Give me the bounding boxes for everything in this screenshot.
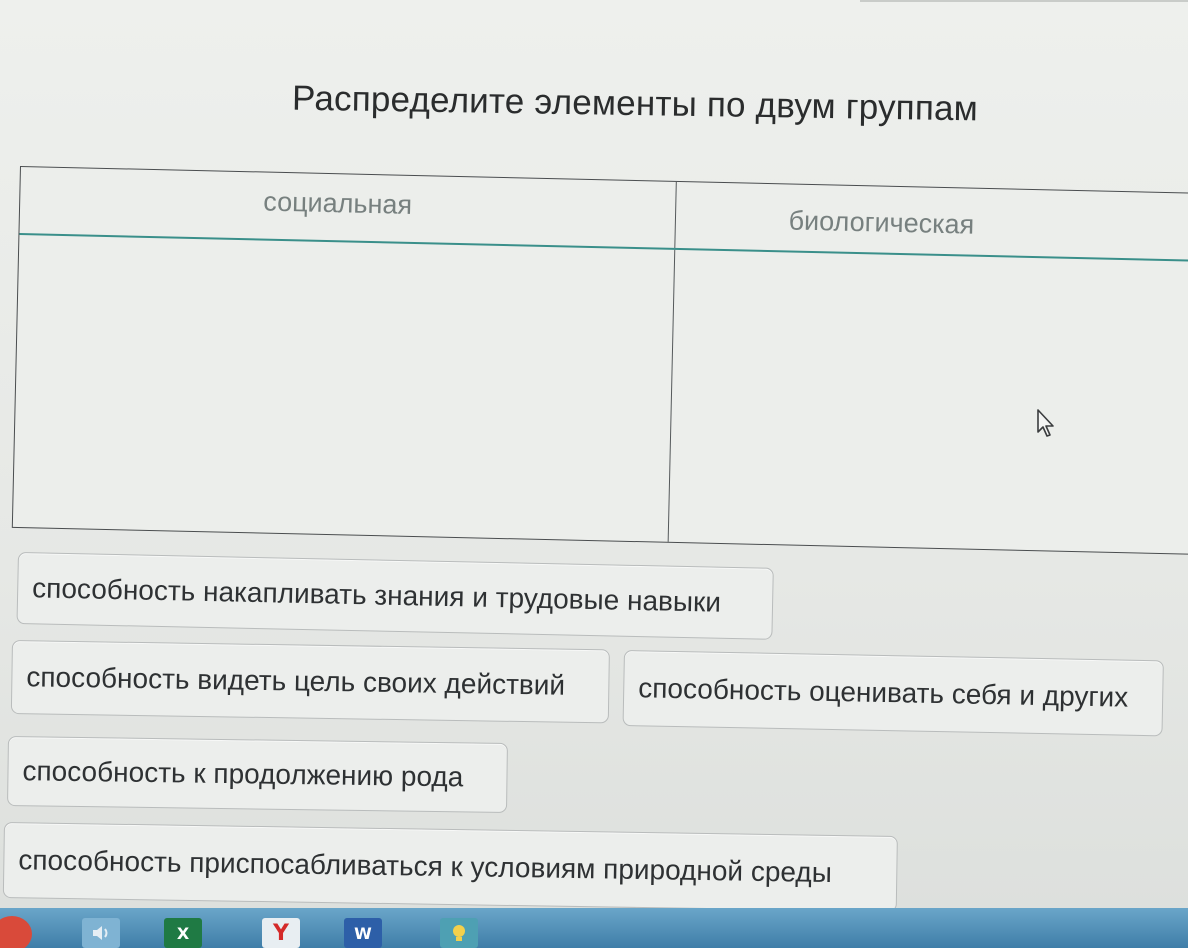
screen: Распределите элементы по двум группам со… xyxy=(0,0,1188,948)
yandex-browser-icon[interactable]: Y xyxy=(262,918,300,948)
drop-zone-biological[interactable] xyxy=(668,250,1188,554)
taskbar: X Y W xyxy=(0,908,1188,948)
draggable-item[interactable]: способность оценивать себя и других xyxy=(622,650,1164,737)
speaker-icon xyxy=(93,926,108,940)
draggable-item[interactable]: способность видеть цель своих действий xyxy=(10,640,610,724)
group-column-biological: биологическая xyxy=(668,181,1188,554)
word-icon[interactable]: W xyxy=(344,918,382,948)
draggable-item[interactable]: способность накапливать знания и трудовы… xyxy=(16,552,774,640)
lightbulb-icon xyxy=(453,925,465,941)
sound-icon[interactable] xyxy=(82,918,120,948)
draggable-item[interactable]: способность приспосабливаться к условиям… xyxy=(2,822,898,913)
group-column-social: социальная xyxy=(12,167,677,542)
app-icon[interactable] xyxy=(440,918,478,948)
drop-zone-social[interactable] xyxy=(13,235,674,542)
draggable-item[interactable]: способность к продолжению рода xyxy=(7,736,508,813)
mouse-pointer-icon xyxy=(1037,409,1054,437)
group-header-biological: биологическая xyxy=(674,181,1188,263)
start-icon[interactable] xyxy=(0,916,32,948)
top-divider xyxy=(860,0,1188,2)
groups-table: социальная биологическая xyxy=(11,166,1188,556)
excel-icon[interactable]: X xyxy=(164,918,202,948)
task-title: Распределите элементы по двум группам xyxy=(291,78,979,129)
